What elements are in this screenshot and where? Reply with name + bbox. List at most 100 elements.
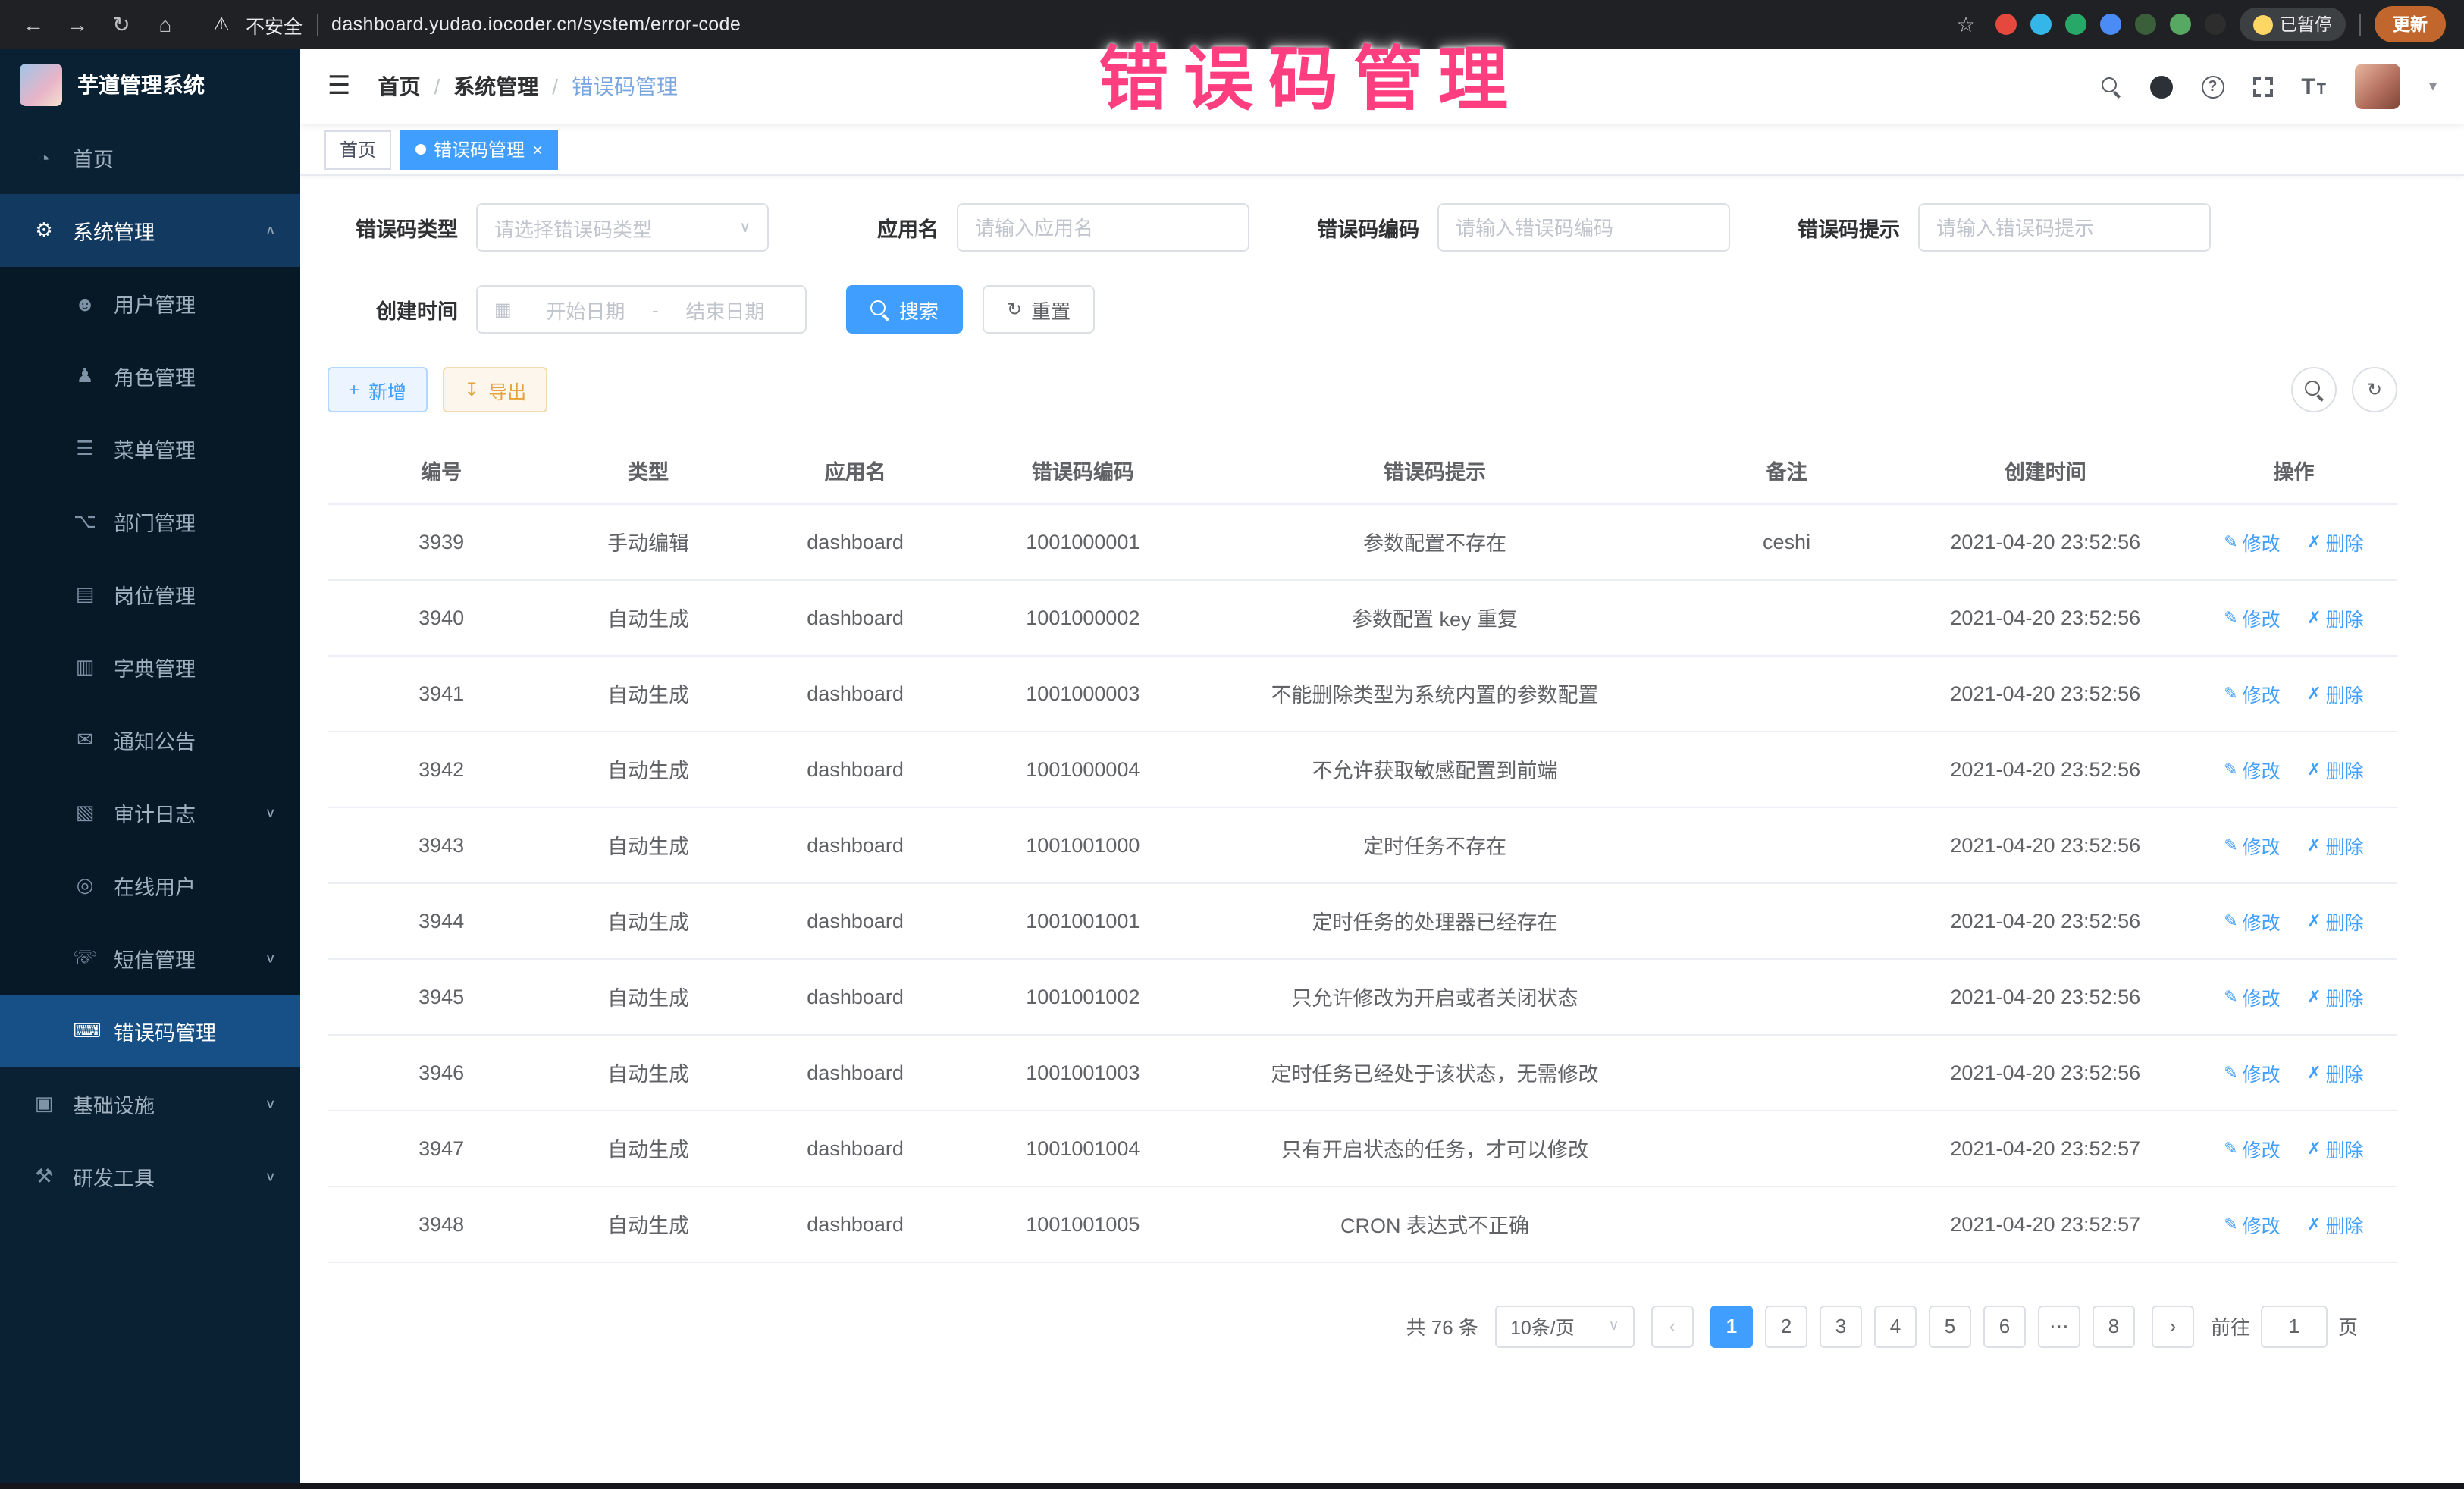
delete-link[interactable]: ✗删除 (2307, 603, 2363, 632)
reload-icon[interactable]: ↻ (106, 11, 136, 37)
reset-button[interactable]: ↻ 重置 (983, 285, 1095, 334)
table-row: 3943 自动生成 dashboard 1001001000 定时任务不存在 2… (328, 807, 2397, 882)
sidebar-item[interactable]: ☻ 用户管理 (0, 267, 300, 340)
leaf-extension-icon[interactable] (2169, 14, 2190, 35)
cell-operations: ✎修改 ✗删除 (2190, 731, 2397, 807)
sidebar-item[interactable]: ▣ 基础设施 ∨ (0, 1067, 300, 1140)
add-button[interactable]: + 新增 (328, 367, 428, 412)
edit-link[interactable]: ✎修改 (2224, 982, 2280, 1011)
edit-link[interactable]: ✎修改 (2224, 1209, 2280, 1238)
export-button[interactable]: ↧ 导出 (443, 367, 547, 412)
github-icon[interactable] (2149, 75, 2172, 98)
error-hint-input[interactable] (1918, 203, 2211, 252)
sidebar-item[interactable]: ✉ 通知公告 (0, 704, 300, 776)
page-size-select[interactable]: 10条/页 ∨ (1495, 1305, 1635, 1347)
back-icon[interactable]: ← (18, 12, 49, 36)
page-button[interactable]: ⋯ (2038, 1305, 2080, 1347)
sidebar-item[interactable]: ◔ 首页 (0, 121, 300, 194)
create-time-field: 创建时间 ▦ 开始日期 - 结束日期 (328, 285, 807, 334)
sidebar-item[interactable]: ☰ 菜单管理 (0, 412, 300, 485)
forward-icon[interactable]: → (62, 12, 92, 36)
grid-extension-icon[interactable] (2099, 14, 2121, 35)
security-indicator[interactable]: ⚠ 不安全 (206, 10, 303, 39)
show-search-button[interactable] (2291, 367, 2337, 412)
error-code-input[interactable] (1437, 203, 1730, 252)
page-button[interactable]: 2 (1765, 1305, 1807, 1347)
sidebar-item[interactable]: ⌥ 部门管理 (0, 485, 300, 558)
edit-link[interactable]: ✎修改 (2224, 603, 2280, 632)
sidebar-item[interactable]: ☏ 短信管理 ∨ (0, 922, 300, 995)
edit-link[interactable]: ✎修改 (2224, 679, 2280, 707)
delete-link[interactable]: ✗删除 (2307, 1209, 2363, 1238)
refresh-table-button[interactable]: ↻ (2352, 367, 2397, 412)
sidebar-item[interactable]: ◎ 在线用户 (0, 849, 300, 922)
edit-link[interactable]: ✎修改 (2224, 830, 2280, 859)
prev-page-button[interactable]: ‹ (1651, 1305, 1694, 1347)
delete-icon: ✗ (2307, 1062, 2321, 1082)
close-icon[interactable]: × (532, 140, 543, 158)
delete-link[interactable]: ✗删除 (2307, 679, 2363, 707)
caret-down-icon[interactable]: ▾ (2429, 78, 2437, 95)
delete-link[interactable]: ✗删除 (2307, 754, 2363, 783)
help-icon[interactable]: ? (2201, 75, 2224, 98)
sidebar-item[interactable]: ▥ 字典管理 (0, 631, 300, 704)
edit-link[interactable]: ✎修改 (2224, 906, 2280, 935)
drop-extension-icon[interactable] (2030, 14, 2051, 35)
cell-type: 自动生成 (555, 958, 741, 1034)
search-icon[interactable] (2101, 77, 2121, 96)
bookmark-star-icon[interactable]: ☆ (1951, 11, 1981, 37)
app-name-input[interactable] (957, 203, 1249, 252)
cell-time: 2021-04-20 23:52:56 (1901, 958, 2190, 1034)
cell-time: 2021-04-20 23:52:56 (1901, 882, 2190, 958)
page-button[interactable]: 8 (2093, 1305, 2135, 1347)
edit-icon: ✎ (2224, 531, 2237, 551)
search-button[interactable]: 搜索 (846, 285, 963, 334)
fullscreen-icon[interactable] (2252, 77, 2272, 96)
green-check-extension-icon[interactable] (2064, 14, 2086, 35)
browser-update-button[interactable]: 更新 (2375, 6, 2446, 42)
address-bar[interactable]: dashboard.yudao.iocoder.cn/system/error-… (331, 14, 741, 35)
delete-link[interactable]: ✗删除 (2307, 527, 2363, 556)
error-type-select[interactable]: 请选择错误码类型 ∨ (476, 203, 769, 252)
delete-link[interactable]: ✗删除 (2307, 1058, 2363, 1086)
edit-link[interactable]: ✎修改 (2224, 527, 2280, 556)
page-tab[interactable]: 首页 (324, 130, 391, 169)
page-button[interactable]: 6 (1983, 1305, 2026, 1347)
sidebar-item[interactable]: ▧ 审计日志 ∨ (0, 776, 300, 849)
red-extension-icon[interactable] (1995, 14, 2016, 35)
breadcrumb-system[interactable]: 系统管理 (453, 71, 538, 102)
next-page-button[interactable]: › (2152, 1305, 2194, 1347)
chevron-icon: ∨ (265, 806, 276, 820)
edit-link[interactable]: ✎修改 (2224, 1133, 2280, 1162)
sidebar-item-icon: ✉ (73, 728, 97, 752)
edit-link[interactable]: ✎修改 (2224, 754, 2280, 783)
sidebar-item[interactable]: ⌨ 错误码管理 (0, 995, 300, 1067)
delete-link[interactable]: ✗删除 (2307, 906, 2363, 935)
goto-page-input[interactable] (2261, 1305, 2328, 1347)
page-button[interactable]: 4 (1874, 1305, 1917, 1347)
page-button[interactable]: 3 (1820, 1305, 1862, 1347)
browser-home-icon[interactable]: ⌂ (150, 12, 180, 36)
sidebar-item[interactable]: ♟ 角色管理 (0, 340, 300, 412)
hamburger-icon[interactable]: ☰ (328, 71, 351, 102)
dark-extension-icon[interactable] (2204, 14, 2225, 35)
table-row: 3942 自动生成 dashboard 1001000004 不允许获取敏感配置… (328, 731, 2397, 807)
user-avatar[interactable] (2355, 64, 2400, 109)
cell-app: dashboard (741, 503, 969, 579)
page-button[interactable]: 1 (1710, 1305, 1753, 1347)
delete-link[interactable]: ✗删除 (2307, 982, 2363, 1011)
paused-badge[interactable]: 已暂停 (2239, 8, 2346, 41)
edit-link[interactable]: ✎修改 (2224, 1058, 2280, 1086)
breadcrumb-home[interactable]: 首页 (378, 71, 421, 102)
sidebar-item[interactable]: ▤ 岗位管理 (0, 558, 300, 631)
cell-remark (1672, 1110, 1900, 1186)
on-badge-extension-icon[interactable] (2134, 14, 2155, 35)
font-size-icon[interactable] (2301, 74, 2326, 99)
sidebar-item[interactable]: ⚙ 系统管理 ∧ (0, 194, 300, 267)
sidebar-item[interactable]: ⚒ 研发工具 ∨ (0, 1140, 300, 1213)
delete-link[interactable]: ✗删除 (2307, 1133, 2363, 1162)
page-tab[interactable]: 错误码管理 × (400, 130, 558, 169)
date-range-picker[interactable]: ▦ 开始日期 - 结束日期 (476, 285, 807, 334)
delete-link[interactable]: ✗删除 (2307, 830, 2363, 859)
page-button[interactable]: 5 (1929, 1305, 1971, 1347)
